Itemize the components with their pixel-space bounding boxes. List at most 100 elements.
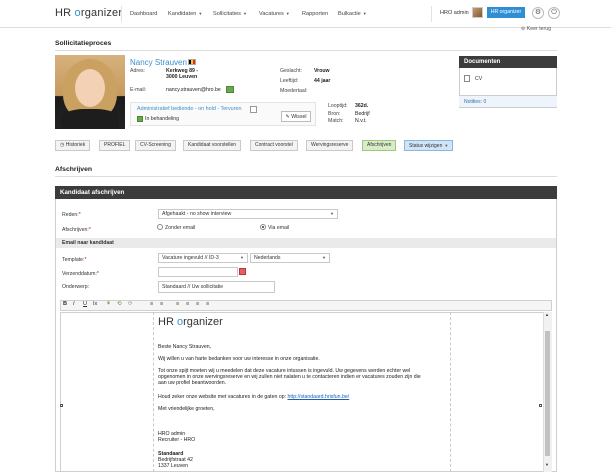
clear-format-button[interactable]: Ix	[93, 301, 97, 307]
job-title-link[interactable]: Administratief bediende - on hold - Terv…	[137, 106, 241, 112]
step-kandidaat-voorstellen[interactable]: Kandidaat voorstellen	[183, 140, 242, 151]
gear-icon[interactable]: ⚙	[532, 7, 544, 19]
looptijd-value: 362d.	[355, 103, 369, 109]
status-text: In behandeling	[145, 116, 180, 122]
email-label: E-mail:	[130, 87, 147, 93]
status-icon	[137, 116, 143, 122]
app-logo[interactable]: HR organizer	[55, 7, 122, 19]
status-wijzigen-button[interactable]: Status wijzigen ▼	[404, 140, 454, 151]
user-avatar[interactable]	[472, 7, 483, 18]
afschrijven-label: Afschrijven:*	[62, 227, 91, 233]
candidate-photo	[55, 55, 125, 129]
chevron-down-icon: ▼	[362, 11, 367, 16]
chevron-down-icon: ▼	[322, 255, 326, 260]
language-select[interactable]: Nederlands ▼	[250, 253, 330, 263]
nav-kandidaten[interactable]: Kandidaten ▼	[168, 11, 202, 17]
divider	[55, 50, 557, 51]
step-wervingsreserve[interactable]: Wervingsreserve	[306, 140, 354, 151]
step-historiek[interactable]: ◷ Historiek	[55, 140, 91, 151]
chevron-down-icon: ▼	[285, 11, 290, 16]
afschrijven-title: Afschrijven	[55, 166, 93, 173]
onderwerp-label: Onderwerp:	[62, 284, 90, 290]
chevron-down-icon: ▼	[240, 255, 244, 260]
chevron-down-icon: ▼	[444, 143, 449, 148]
nav-divider	[431, 6, 432, 22]
back-link[interactable]: ⊖ Keer terug	[521, 26, 551, 32]
bron-label: Bron:	[328, 111, 341, 117]
calendar-icon[interactable]	[239, 268, 246, 275]
email-greeting: Beste Nancy Strauven,	[158, 344, 212, 350]
radio-via-email-label: Via email	[268, 225, 290, 231]
match-label: Match:	[328, 118, 344, 124]
undo-icon[interactable]: ⟲	[117, 301, 122, 307]
panel-title: Kandidaat afschrijven	[55, 186, 557, 199]
scroll-down-icon[interactable]: ▼	[545, 462, 549, 467]
scroll-up-icon[interactable]: ▲	[545, 312, 549, 317]
radio-zonder-email[interactable]	[157, 224, 163, 230]
radio-zonder-email-label: Zonder email	[165, 225, 196, 231]
onderwerp-input[interactable]: Standaard // Uw sollicitatie	[158, 281, 275, 293]
align-justify-icon[interactable]: ≡	[206, 301, 209, 307]
page-title: Sollicitatieproces	[55, 40, 112, 47]
reden-select[interactable]: Afgehaakt - no show interview ▼	[158, 209, 338, 219]
bold-button[interactable]: B	[63, 301, 67, 307]
nav-bulkactie[interactable]: Bulkactie ▼	[338, 11, 367, 17]
underline-button[interactable]: U	[83, 301, 87, 307]
email-value[interactable]: nancy.strauven@hro.be	[166, 87, 221, 93]
radio-via-email[interactable]	[260, 224, 266, 230]
verzenddatum-input[interactable]	[158, 267, 238, 277]
user-name[interactable]: HRO admin	[440, 10, 469, 16]
document-cv-link[interactable]: CV	[475, 76, 482, 82]
email-paragraph: Houd zeker onze website met vacatures in…	[158, 394, 350, 400]
leeftijd-label: Leeftijd:	[280, 78, 299, 84]
resize-handle[interactable]	[60, 404, 63, 407]
italic-button[interactable]: I	[73, 301, 75, 307]
step-cv-screening[interactable]: CV-Screening	[135, 140, 176, 151]
geslacht-value: Vrouw	[314, 68, 330, 74]
photo-body	[61, 109, 119, 129]
document-icon[interactable]	[250, 106, 257, 113]
email-send-icon[interactable]	[226, 86, 234, 93]
nav-dashboard[interactable]: Dashboard	[130, 11, 157, 17]
notes-link[interactable]: Notities: 0	[459, 95, 557, 107]
nav-sollicitaties[interactable]: Sollicitaties ▼	[213, 11, 247, 17]
moedertaal-label: Moedertaal:	[280, 88, 308, 94]
redo-icon[interactable]: ⟳	[128, 301, 133, 307]
step-contract-voorstel[interactable]: Contract voorstel	[250, 140, 298, 151]
align-right-icon[interactable]: ≡	[196, 301, 199, 307]
email-paragraph: Wij willen u van harte bedanken voor uw …	[158, 356, 320, 362]
adres-label: Adres:	[130, 68, 145, 74]
nav-rapporten[interactable]: Rapporten	[302, 11, 328, 17]
documents-title: Documenten	[459, 56, 557, 68]
email-city: 1337 Leuven	[158, 463, 189, 469]
align-left-icon[interactable]: ≡	[176, 301, 179, 307]
step-afschrijven[interactable]: Afschrijven	[362, 140, 397, 151]
template-select[interactable]: Vacature ingevuld // ID-3 ▼	[158, 253, 248, 263]
reden-label: Reden:*	[62, 212, 81, 218]
editor-margin-right	[450, 312, 540, 472]
scrollbar-thumb[interactable]	[545, 331, 550, 456]
chevron-down-icon: ▼	[198, 11, 203, 16]
email-paragraph: aan uw profiel beantwoorden.	[158, 380, 227, 386]
verzenddatum-label: Verzenddatum:*	[62, 271, 99, 277]
editor-margin-left	[64, 312, 154, 472]
nav-vacatures[interactable]: Vacatures ▼	[259, 11, 290, 17]
power-icon[interactable]: ⏻	[548, 7, 560, 19]
looptijd-label: Looptijd:	[328, 103, 348, 109]
list-numbered-icon[interactable]: ≡	[150, 301, 153, 307]
wissel-button[interactable]: ✎ Wissel	[281, 111, 311, 122]
list-bullet-icon[interactable]: ≡	[160, 301, 163, 307]
email-logo: HR organizer	[158, 316, 223, 328]
geslacht-label: Geslacht:	[280, 68, 302, 74]
nav-divider	[121, 6, 122, 22]
candidate-name[interactable]: Nancy Strauven	[130, 58, 187, 67]
website-link[interactable]: http://standaard.hrisfun.be/	[288, 394, 350, 400]
bron-value: Bedrijf	[355, 111, 370, 117]
link-icon[interactable]: ⚘	[106, 301, 111, 307]
resize-handle[interactable]	[539, 404, 542, 407]
flag-icon	[188, 59, 196, 65]
organization-button[interactable]: HR organizer	[487, 7, 525, 18]
align-center-icon[interactable]: ≡	[186, 301, 189, 307]
step-profiel[interactable]: PROFIEL	[99, 140, 131, 151]
divider	[55, 176, 557, 177]
